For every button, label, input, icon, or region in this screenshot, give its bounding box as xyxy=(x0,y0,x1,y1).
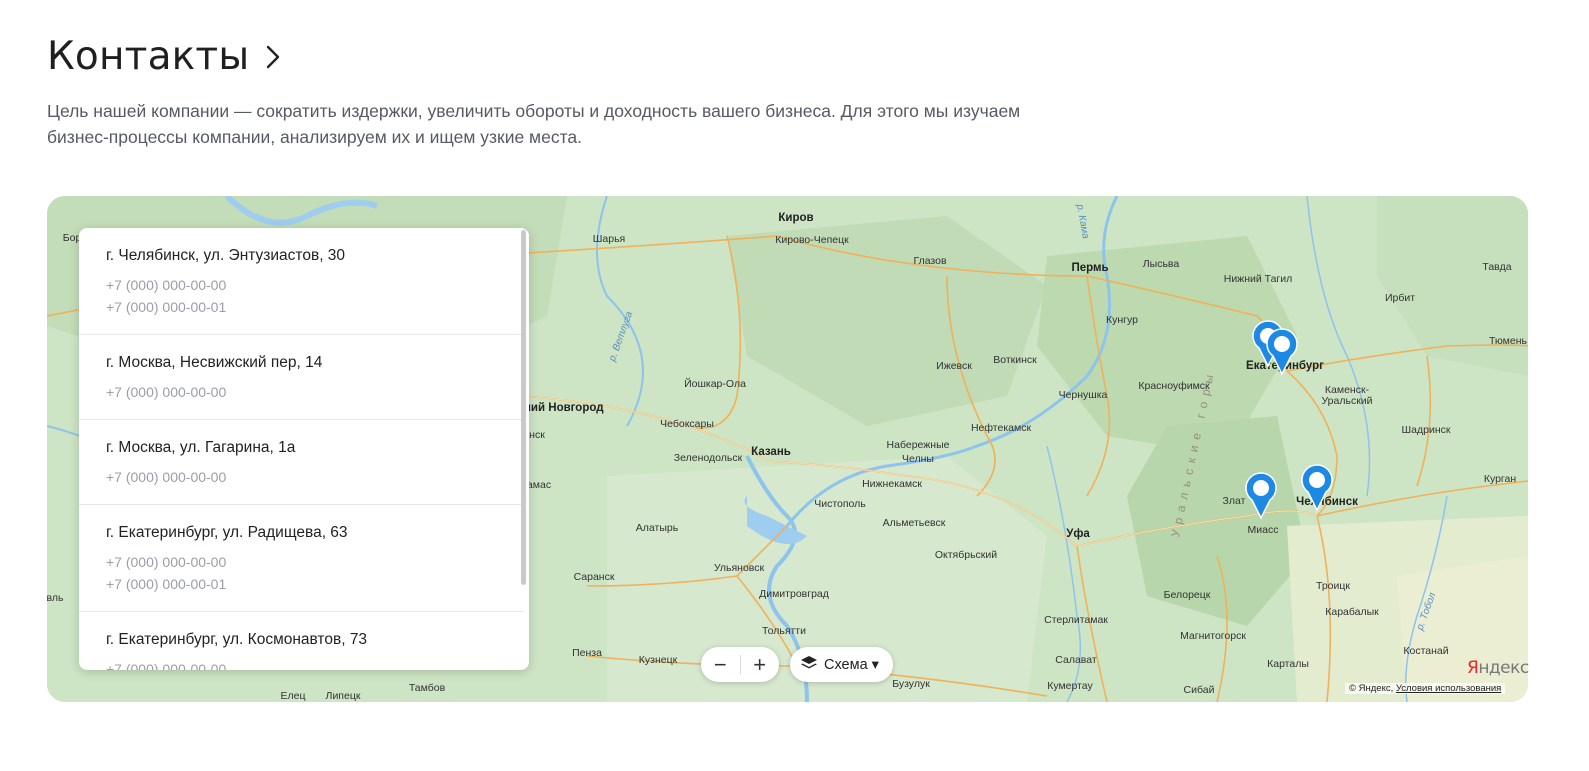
contact-address: г. Челябинск, ул. Энтузиастов, 30 xyxy=(106,247,346,264)
contact-item[interactable]: г. Москва, Несвижский пер, 14 +7 (000) 0… xyxy=(79,335,524,420)
city-label: Тольятти xyxy=(762,625,806,637)
city-label: Воткинск xyxy=(993,354,1037,366)
layers-label: Схема ▾ xyxy=(824,656,879,673)
city-label: Троицк xyxy=(1316,580,1350,592)
city-label: Димитровград xyxy=(759,588,829,600)
city-label: Йошкар-Ола xyxy=(684,378,746,390)
city-label: Салават xyxy=(1055,654,1097,666)
layers-icon xyxy=(800,655,818,675)
city-label: Миасс xyxy=(1247,524,1279,536)
city-label: Чернушка xyxy=(1058,389,1108,401)
city-label: Зеленодольск xyxy=(673,452,743,464)
city-label: Уфа xyxy=(1066,528,1090,540)
contact-address: г. Екатеринбург, ул. Радищева, 63 xyxy=(106,524,348,541)
contact-item[interactable]: г. Челябинск, ул. Энтузиастов, 30 +7 (00… xyxy=(79,228,524,335)
city-label: Набережные Челны xyxy=(886,439,950,465)
map-pin-ekaterinburg-2[interactable] xyxy=(1264,328,1300,376)
city-label: Кирово-Чепецк xyxy=(775,234,849,246)
city-label: Карталы xyxy=(1267,658,1309,670)
zoom-out-button[interactable]: − xyxy=(701,647,740,682)
section-title-link[interactable]: Контакты xyxy=(47,34,289,79)
copyright-text: © Яндекс xyxy=(1349,683,1391,694)
city-label: Алатырь xyxy=(635,522,679,534)
city-label: Каменск-Уральский xyxy=(1321,384,1373,407)
city-label: Октябрьский xyxy=(934,549,998,561)
contact-phone[interactable]: +7 (000) 000-00-00 xyxy=(106,551,497,573)
contact-address: г. Екатеринбург, ул. Космонавтов, 73 xyxy=(106,631,368,648)
city-label: Чистополь xyxy=(814,498,866,510)
map-layers-button[interactable]: Схема ▾ xyxy=(790,647,893,682)
city-label: Липецк xyxy=(325,690,361,702)
contact-phone[interactable]: +7 (000) 000-00-01 xyxy=(106,573,497,595)
yandex-logo[interactable]: Яндекс xyxy=(1467,658,1529,678)
city-label: Киров xyxy=(778,212,814,224)
city-label: Шадринск xyxy=(1401,424,1451,436)
city-label: Курган xyxy=(1483,473,1517,485)
city-label: Кумертау xyxy=(1047,680,1093,692)
page-title: Контакты xyxy=(47,34,250,79)
map-pin-chelyabinsk[interactable] xyxy=(1299,464,1335,512)
city-label: Стерлитамак xyxy=(1044,614,1108,626)
contact-phone[interactable]: +7 (000) 000-00-00 xyxy=(106,466,497,488)
city-label: Пермь xyxy=(1071,262,1109,274)
city-label: Пенза xyxy=(572,647,602,659)
contact-address: г. Москва, ул. Гагарина, 1а xyxy=(106,439,296,456)
city-label: нск xyxy=(529,429,545,441)
zoom-in-button[interactable]: + xyxy=(740,647,779,682)
city-label: Тамбов xyxy=(408,682,446,694)
city-label: Шарья xyxy=(592,233,626,245)
contact-phone[interactable]: +7 (000) 000-00-00 xyxy=(106,658,497,670)
city-label: Казань xyxy=(751,446,791,458)
panel-scrollbar[interactable] xyxy=(521,230,526,585)
chevron-right-icon xyxy=(263,37,289,77)
zoom-control: − + xyxy=(701,647,779,682)
city-label: Злат xyxy=(1222,495,1246,507)
city-label: Чебоксары xyxy=(660,418,714,430)
city-label: Ижевск xyxy=(936,360,972,372)
city-label: Магнитогорск xyxy=(1180,630,1246,642)
contact-item[interactable]: г. Екатеринбург, ул. Космонавтов, 73 +7 … xyxy=(79,612,524,670)
city-label: Костанай xyxy=(1403,645,1449,657)
city-label: Ирбит xyxy=(1384,292,1416,304)
city-label: Кунгур xyxy=(1106,314,1138,326)
map-pin-miass[interactable] xyxy=(1243,472,1279,520)
city-label: Тавда xyxy=(1482,261,1512,273)
contact-phone[interactable]: +7 (000) 000-00-00 xyxy=(106,381,497,403)
contact-address: г. Москва, Несвижский пер, 14 xyxy=(106,354,323,371)
city-label: Альметьевск xyxy=(882,517,946,529)
city-label: амас xyxy=(526,479,552,491)
city-label: Нефтекамск xyxy=(970,422,1032,434)
city-label: Тюмень xyxy=(1488,335,1528,347)
city-label: Глазов xyxy=(913,255,947,267)
city-label: Саранск xyxy=(573,571,615,583)
city-label: Белорецк xyxy=(1163,589,1211,601)
contact-phone[interactable]: +7 (000) 000-00-01 xyxy=(106,296,497,318)
city-label: Бузулук xyxy=(892,678,930,690)
contacts-list: г. Челябинск, ул. Энтузиастов, 30 +7 (00… xyxy=(79,228,524,670)
city-label: вль xyxy=(47,592,64,604)
city-label: Нижнекамск xyxy=(862,478,922,490)
terms-link[interactable]: Условия использования xyxy=(1396,683,1501,694)
city-label: Ульяновск xyxy=(713,562,765,574)
city-label: Сибай xyxy=(1183,684,1215,696)
contact-item[interactable]: г. Москва, ул. Гагарина, 1а +7 (000) 000… xyxy=(79,420,524,505)
city-label: Нижний Тагил xyxy=(1223,273,1293,285)
city-label: Лысьва xyxy=(1142,258,1180,270)
contact-phone[interactable]: +7 (000) 000-00-00 xyxy=(106,274,497,296)
contact-item[interactable]: г. Екатеринбург, ул. Радищева, 63 +7 (00… xyxy=(79,505,524,612)
map-copyright: © Яндекс, Условия использования xyxy=(1345,683,1506,694)
city-label: Кузнецк xyxy=(638,654,678,666)
city-label: Карабалык xyxy=(1325,606,1379,618)
contacts-list-panel[interactable]: г. Челябинск, ул. Энтузиастов, 30 +7 (00… xyxy=(79,228,529,670)
section-description: Цель нашей компании — сократить издержки… xyxy=(47,101,1021,147)
city-label: Елец xyxy=(280,690,306,702)
